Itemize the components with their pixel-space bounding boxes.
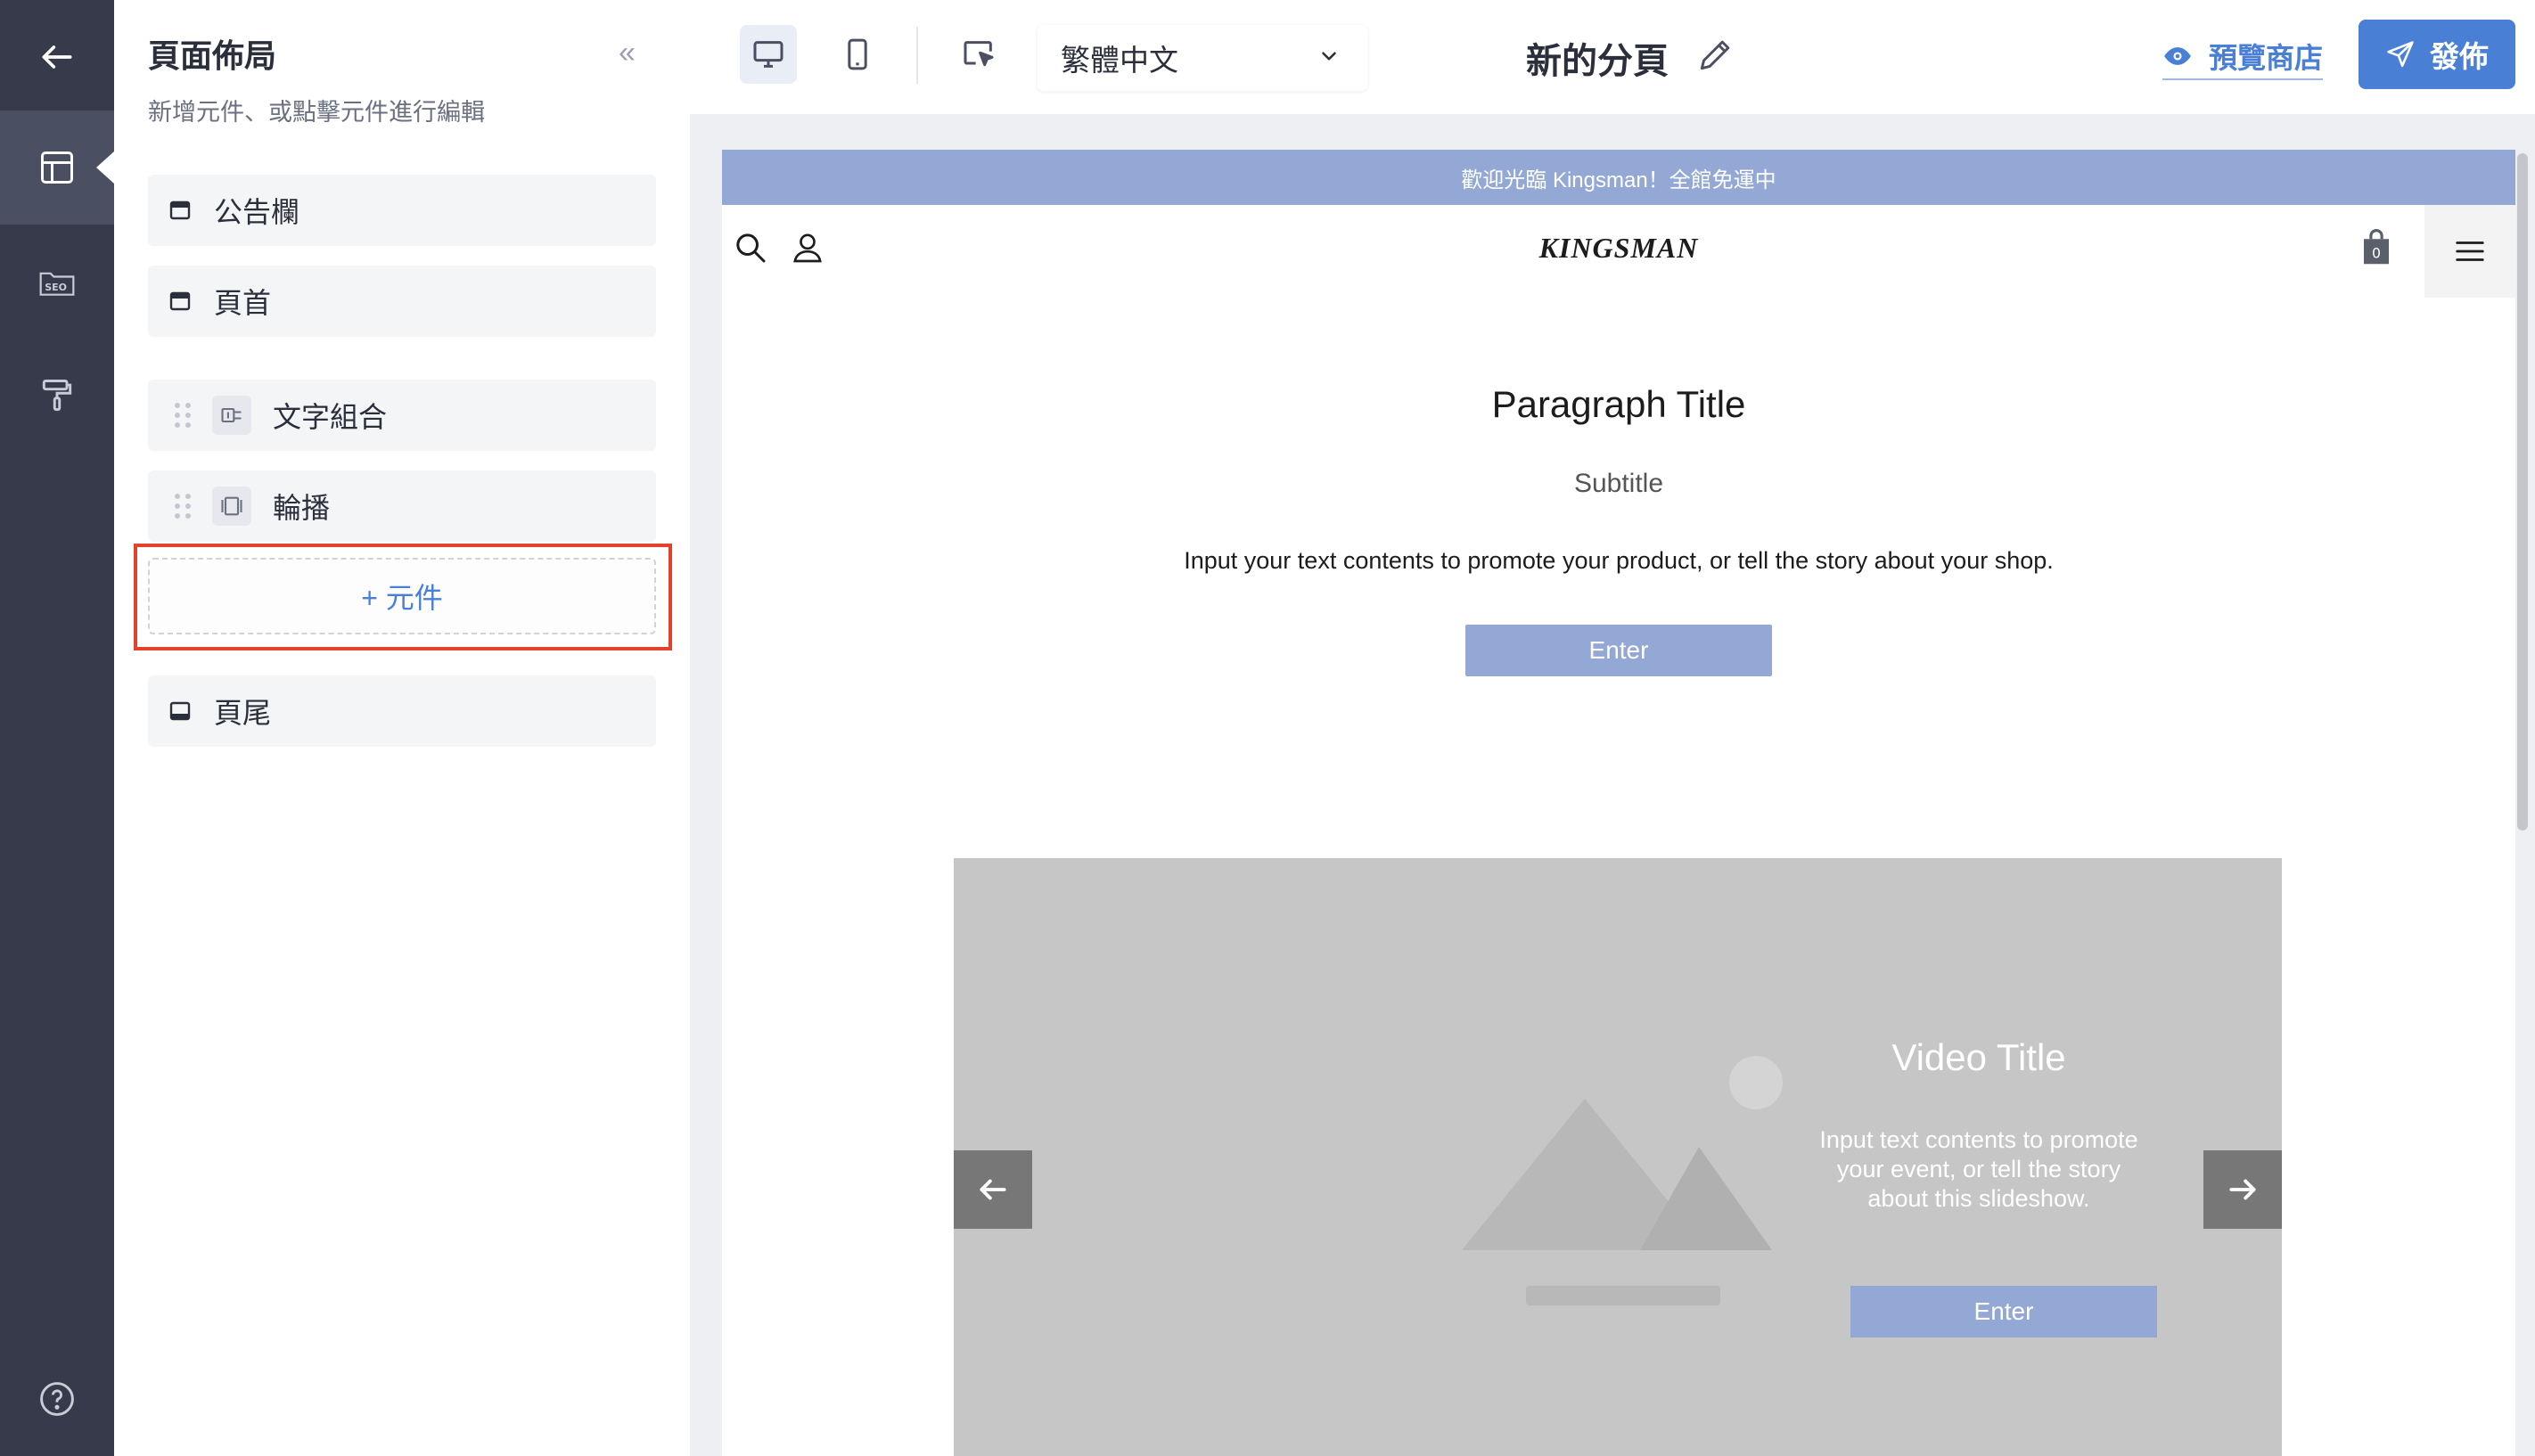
- slide-body[interactable]: Input text contents to promote your even…: [1818, 1125, 2139, 1214]
- preview-label: 預覽商店: [2209, 42, 2324, 74]
- rail-theme-button[interactable]: [0, 339, 114, 453]
- slide-prev-button[interactable]: [954, 1150, 1032, 1229]
- layer-header[interactable]: 頁首: [148, 266, 656, 337]
- layer-text-block[interactable]: 文字組合: [148, 380, 656, 451]
- toolbar-divider: [916, 27, 918, 84]
- active-indicator: [96, 151, 114, 184]
- language-select[interactable]: 繁體中文: [1038, 25, 1367, 91]
- drag-handle-icon[interactable]: [175, 494, 193, 519]
- pencil-icon[interactable]: [1695, 36, 1735, 75]
- help-circle-icon: [40, 1382, 74, 1416]
- shopping-bag-icon[interactable]: 0: [2360, 228, 2392, 266]
- layer-label: 頁尾: [214, 697, 272, 729]
- paragraph-title[interactable]: Paragraph Title: [722, 383, 2515, 426]
- drag-handle-icon[interactable]: [175, 403, 193, 428]
- layout-icon: [41, 151, 73, 184]
- window-icon: [169, 291, 191, 311]
- paragraph-enter-button[interactable]: Enter: [1465, 625, 1772, 676]
- layer-label: 頁首: [214, 287, 272, 319]
- footer-icon: [169, 701, 191, 721]
- language-value: 繁體中文: [1061, 44, 1178, 77]
- desktop-icon: [753, 41, 783, 68]
- add-component-button[interactable]: + 元件: [148, 558, 656, 634]
- rail-seo-button[interactable]: SEO: [0, 225, 114, 339]
- arrow-right-icon: [2229, 1179, 2256, 1200]
- send-icon: [2387, 41, 2414, 68]
- chevron-down-icon: [1322, 52, 1336, 61]
- hamburger-menu-icon: [2456, 241, 2484, 261]
- back-button[interactable]: [0, 0, 114, 114]
- collapse-panel-button[interactable]: «: [619, 36, 636, 70]
- panel-title: 頁面佈局: [148, 37, 277, 74]
- cart-count: 0: [2372, 244, 2381, 261]
- mobile-icon: [848, 38, 867, 70]
- announcement-bar[interactable]: 歡迎光臨 Kingsman！全館免運中: [722, 150, 2515, 205]
- help-button[interactable]: [0, 1342, 114, 1456]
- publish-button[interactable]: 發佈: [2359, 20, 2515, 89]
- seo-icon: SEO: [39, 272, 75, 296]
- slide-title[interactable]: Video Title: [1845, 1036, 2112, 1079]
- layer-announcement[interactable]: 公告欄: [148, 175, 656, 246]
- site-logo: KINGSMAN: [1538, 232, 1699, 264]
- svg-text:SEO: SEO: [45, 282, 67, 293]
- publish-label: 發佈: [2430, 40, 2489, 73]
- arrow-left-icon: [980, 1179, 1006, 1200]
- slideshow[interactable]: Video Title Input text contents to promo…: [954, 858, 2282, 1456]
- paragraph-subtitle[interactable]: Subtitle: [722, 469, 2515, 499]
- cursor-select-icon: [964, 41, 994, 67]
- image-placeholder-icon: [1462, 1056, 1783, 1305]
- paragraph-body[interactable]: Input your text contents to promote your…: [722, 547, 2515, 575]
- desktop-view-button[interactable]: [740, 25, 797, 84]
- layer-label: 公告欄: [214, 196, 300, 228]
- site-menu-button[interactable]: [2424, 205, 2515, 298]
- mobile-view-button[interactable]: [829, 25, 886, 84]
- window-icon: [169, 200, 191, 220]
- layer-label: 輪播: [273, 492, 331, 524]
- site-header[interactable]: KINGSMAN 0: [722, 205, 2515, 298]
- layout-panel: 頁面佈局 新增元件、或點擊元件進行編輯 « 公告欄 頁首 文字組合 輪播 頁尾: [114, 0, 690, 1456]
- slide-enter-button[interactable]: Enter: [1850, 1286, 2157, 1337]
- eye-icon: [2164, 47, 2191, 65]
- layer-label: 文字組合: [273, 401, 388, 433]
- slide-next-button[interactable]: [2203, 1150, 2282, 1229]
- carousel-icon: [212, 487, 251, 526]
- preview-store-link[interactable]: 預覽商店: [2162, 37, 2324, 80]
- top-toolbar: 繁體中文 新的分頁 預覽商店 發佈: [690, 0, 2535, 114]
- panel-subtitle: 新增元件、或點擊元件進行編輯: [148, 99, 485, 126]
- rail-layout-button[interactable]: [0, 110, 114, 225]
- paint-roller-icon: [42, 380, 72, 412]
- text-block-icon: [212, 396, 251, 435]
- arrow-left-icon: [42, 45, 72, 69]
- left-rail: SEO: [0, 0, 114, 1456]
- canvas-scrollbar[interactable]: [2517, 153, 2528, 830]
- select-element-button[interactable]: [950, 25, 1007, 84]
- layer-carousel[interactable]: 輪播: [148, 470, 656, 542]
- page-name: 新的分頁: [1526, 42, 1669, 81]
- site-preview-frame: 歡迎光臨 Kingsman！全館免運中 KINGSMAN 0 Paragraph…: [722, 150, 2515, 1456]
- layer-footer[interactable]: 頁尾: [148, 675, 656, 747]
